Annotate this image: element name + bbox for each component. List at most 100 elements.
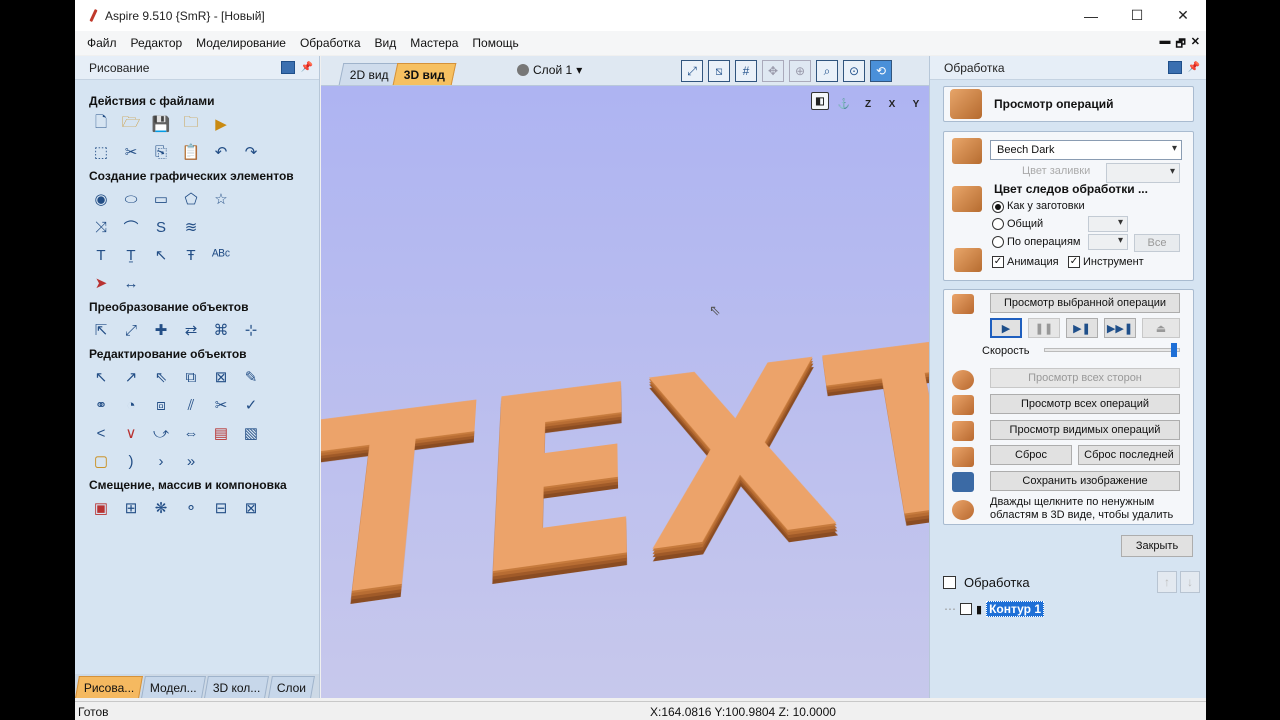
maximize-button[interactable]: ☐ — [1114, 0, 1160, 31]
node-edit-icon[interactable]: ↗ — [119, 366, 143, 388]
open-curve-icon[interactable]: ) — [119, 450, 143, 472]
zoom-selected-icon[interactable]: ⊙ — [843, 60, 865, 82]
ellipse-tool-icon[interactable]: ⬭ — [119, 188, 143, 210]
move-up-icon[interactable]: ↑ — [1157, 571, 1177, 593]
auto-layout-text-icon[interactable]: Ŧ — [179, 244, 203, 266]
minimize-button[interactable]: — — [1068, 0, 1114, 31]
preview-selected-button[interactable]: Просмотр выбранной операции — [990, 293, 1180, 313]
menu-toolpaths[interactable]: Обработка — [293, 31, 368, 55]
mirror-icon[interactable]: ⇄ — [179, 319, 203, 341]
tab-3d-view[interactable]: 3D вид — [392, 63, 457, 85]
copy-icon[interactable]: ⎘ — [149, 141, 173, 163]
paste-icon[interactable]: 📋 — [179, 141, 203, 163]
zoom-box-icon[interactable]: ⧅ — [708, 60, 730, 82]
import-bitmap-icon[interactable]: ▶ — [209, 113, 233, 135]
rectangle-tool-icon[interactable]: ▭ — [149, 188, 173, 210]
radio-common[interactable] — [992, 218, 1004, 230]
measure-icon[interactable]: ✎ — [239, 366, 263, 388]
star-tool-icon[interactable]: ☆ — [209, 188, 233, 210]
play-button[interactable]: ▶ — [990, 318, 1022, 338]
toolpath-item[interactable]: ⋯ ▮ Контур 1 — [944, 601, 1044, 617]
menu-view[interactable]: Вид — [368, 31, 404, 55]
new-file-icon[interactable]: 🗋 — [89, 113, 113, 135]
chevron-icon[interactable]: › — [149, 450, 173, 472]
layer-dropdown[interactable]: Слой 1 ▾ — [517, 63, 582, 77]
arc-tool-icon[interactable]: ⌒ — [119, 216, 143, 238]
copy-along-vector-icon[interactable]: ⚬ — [179, 497, 203, 519]
weld-icon[interactable]: ⚭ — [89, 394, 113, 416]
step-button[interactable]: ▶❚ — [1066, 318, 1098, 338]
curve-fit-icon[interactable]: ∨ — [119, 422, 143, 444]
extend-icon[interactable]: ⇔ — [179, 422, 203, 444]
material-select[interactable]: Beech Dark ▾ — [990, 140, 1182, 160]
text-on-curve-icon[interactable]: ↖ — [149, 244, 173, 266]
cut-icon[interactable]: ✂ — [119, 141, 143, 163]
mdi-minimize-button[interactable]: ▬ — [1159, 35, 1170, 54]
save-file-icon[interactable]: 💾 — [149, 113, 173, 135]
zoom-view-icon[interactable]: ⌕ — [816, 60, 838, 82]
tab-2d-view[interactable]: 2D вид — [338, 63, 401, 85]
text-tool-icon[interactable]: T — [89, 244, 113, 266]
undo-icon[interactable]: ↶ — [209, 141, 233, 163]
fast-forward-button[interactable]: ▶▶❚ — [1104, 318, 1136, 338]
image-trace-icon[interactable]: ▧ — [239, 422, 263, 444]
preview-all-sides-button[interactable]: Просмотр всех сторон — [990, 368, 1180, 388]
toolpaths-checkbox[interactable] — [943, 575, 956, 589]
circle-tool-icon[interactable]: ◉ — [89, 188, 113, 210]
intersect-icon[interactable]: ⧈ — [149, 394, 173, 416]
group-icon[interactable]: ⧉ — [179, 366, 203, 388]
close-button[interactable]: ✕ — [1160, 0, 1206, 31]
speed-slider-thumb[interactable] — [1171, 343, 1178, 357]
ungroup-icon[interactable]: ⊠ — [209, 366, 233, 388]
move-down-icon[interactable]: ↓ — [1180, 571, 1200, 593]
curve-tool-icon[interactable]: S — [149, 216, 173, 238]
menu-wizards[interactable]: Мастера — [403, 31, 465, 55]
pan-icon[interactable]: ✥ — [762, 60, 784, 82]
distort-icon[interactable]: ⌘ — [209, 319, 233, 341]
tool-checkbox[interactable]: ✓ — [1068, 256, 1080, 268]
dimension-tool-icon[interactable]: ↔ — [119, 272, 143, 294]
nesting-icon[interactable]: ⊟ — [209, 497, 233, 519]
import-file-icon[interactable]: 🗀 — [179, 113, 203, 135]
pin-icon[interactable]: 📌 — [301, 62, 313, 73]
z-view-icon[interactable]: Z — [859, 92, 877, 110]
select-all-icon[interactable]: ⬚ — [89, 141, 113, 163]
scale-icon[interactable]: ⤢ — [119, 319, 143, 341]
double-chevron-icon[interactable]: » — [179, 450, 203, 472]
select-icon[interactable]: ↖ — [89, 366, 113, 388]
edit-bitmap-icon[interactable]: ▤ — [209, 422, 233, 444]
join-icon[interactable]: ⫽ — [179, 394, 203, 416]
array-icon[interactable]: ⊞ — [119, 497, 143, 519]
open-file-icon[interactable]: 🗁 — [119, 113, 143, 135]
interactive-select-icon[interactable]: ⇖ — [149, 366, 173, 388]
smooth-icon[interactable]: ⤻ — [149, 422, 173, 444]
3d-viewport[interactable]: ◧ ⚓ Z X Y ⇖ TEXT — [321, 86, 929, 698]
fillet-icon[interactable]: ✓ — [239, 394, 263, 416]
preview-visible-ops-button[interactable]: Просмотр видимых операций — [990, 420, 1180, 440]
auto-layout-icon[interactable]: ⊠ — [239, 497, 263, 519]
pin-icon[interactable]: 📌 — [1188, 62, 1200, 73]
close-vector-icon[interactable]: < — [89, 422, 113, 444]
toolpath-item-checkbox[interactable] — [960, 603, 972, 615]
grid-icon[interactable]: # — [735, 60, 757, 82]
menu-help[interactable]: Помощь — [465, 31, 525, 55]
bound-box-icon[interactable]: ▢ — [89, 450, 113, 472]
spiral-tool-icon[interactable]: ≋ — [179, 216, 203, 238]
dock-icon[interactable] — [280, 61, 295, 74]
menu-edit[interactable]: Редактор — [124, 31, 190, 55]
pause-button[interactable]: ❚❚ — [1028, 318, 1060, 338]
dock-icon[interactable] — [1167, 61, 1182, 74]
subtract-icon[interactable]: ◔ — [119, 394, 143, 416]
menu-modeling[interactable]: Моделирование — [189, 31, 293, 55]
zoom-extents-icon[interactable]: ⤢ — [681, 60, 703, 82]
redo-icon[interactable]: ↷ — [239, 141, 263, 163]
animation-checkbox[interactable]: ✓ — [992, 256, 1004, 268]
iso-view-icon[interactable]: ⚓ — [835, 92, 853, 110]
align-icon[interactable]: ✚ — [149, 319, 173, 341]
y-view-icon[interactable]: Y — [907, 92, 925, 110]
polygon-tool-icon[interactable]: ⬠ — [179, 188, 203, 210]
tab-layers[interactable]: Слои — [267, 676, 315, 698]
zoom-in-icon[interactable]: ⊕ — [789, 60, 811, 82]
3d-text-model[interactable]: TEXT — [321, 297, 929, 667]
offset-icon[interactable]: ▣ — [89, 497, 113, 519]
